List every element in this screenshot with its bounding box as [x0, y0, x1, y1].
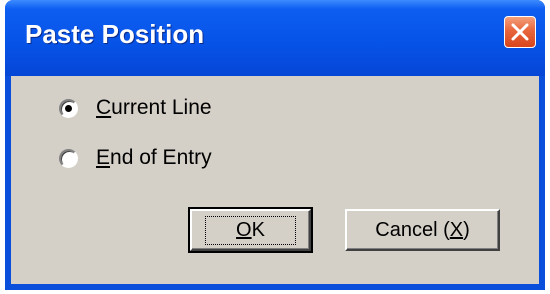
dialog-window: Paste Position Current Line End of Entry…	[5, 0, 545, 290]
radio-button[interactable]	[59, 98, 78, 118]
ok-label: OK	[205, 215, 296, 245]
cancel-label: Cancel (X)	[375, 218, 470, 241]
radio-label: End of Entry	[96, 146, 212, 169]
radio-current-line[interactable]: Current Line	[59, 96, 212, 120]
dialog-body: Current Line End of Entry OK Cancel (X)	[11, 76, 539, 284]
window-title: Paste Position	[25, 19, 205, 49]
radio-button[interactable]	[59, 148, 78, 168]
close-button[interactable]	[504, 16, 536, 48]
radio-selected-dot	[65, 104, 72, 112]
radio-end-of-entry[interactable]: End of Entry	[59, 146, 212, 170]
title-bar[interactable]: Paste Position	[5, 0, 545, 76]
radio-label: Current Line	[96, 96, 212, 119]
cancel-button[interactable]: Cancel (X)	[345, 209, 500, 251]
ok-button[interactable]: OK	[188, 207, 313, 253]
close-icon	[511, 23, 529, 41]
